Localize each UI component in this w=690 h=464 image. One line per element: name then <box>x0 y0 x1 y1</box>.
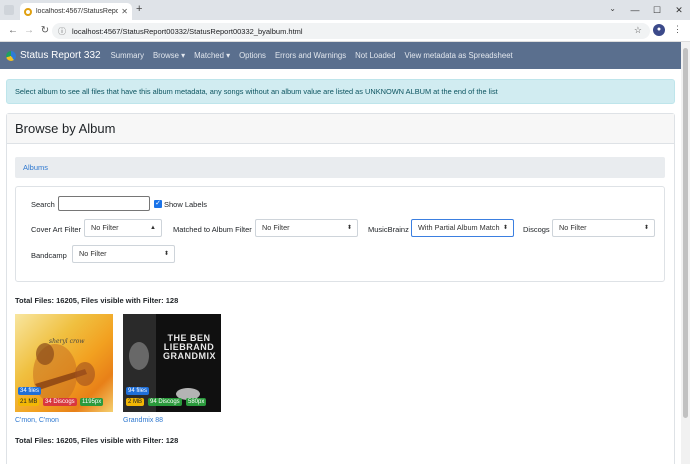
browse-card: Browse by Album Albums Search ✓ Show Lab… <box>6 113 675 464</box>
album-cover-image[interactable]: sheryl crow 34 files 21 MB 34 Discogs 11… <box>15 314 113 412</box>
bandcamp-value: No Filter <box>79 249 107 258</box>
nav-errors-warnings[interactable]: Errors and Warnings <box>275 51 346 60</box>
scrollbar-thumb[interactable] <box>683 48 688 418</box>
tab-albums[interactable]: Albums <box>15 157 665 178</box>
updown-arrow-icon: ▲ <box>150 225 156 231</box>
albums-tab-bar: Albums <box>15 157 665 178</box>
window-controls: — ☐ ✕ <box>624 0 690 20</box>
bookmark-star-icon[interactable]: ☆ <box>634 25 642 36</box>
nav-links: Summary Browse ▾ Matched ▾ Options Error… <box>111 51 513 60</box>
album-card[interactable]: THE BEN LIEBRAND GRANDMIX 94 files 2 MB … <box>123 314 221 424</box>
url-input[interactable]: ⓘ localhost:4567/StatusReport00332/Statu… <box>52 23 650 39</box>
cover-art-filter-value: No Filter <box>91 223 119 232</box>
resolution-badge: 1195px <box>80 398 104 406</box>
discogs-badge: 34 Discogs <box>43 398 77 406</box>
filter-panel: Search ✓ Show Labels Cover Art Filter No… <box>15 186 665 282</box>
browser-tab[interactable]: localhost:4567/StatusReport00 ✕ <box>20 3 132 20</box>
close-tab-icon[interactable]: ✕ <box>121 7 128 16</box>
nav-browse[interactable]: Browse ▾ <box>153 51 185 60</box>
nav-options[interactable]: Options <box>239 51 266 60</box>
main-content: Select album to see all files that have … <box>0 69 681 464</box>
new-tab-icon[interactable]: + <box>136 3 142 15</box>
search-input[interactable] <box>58 196 150 211</box>
page-scrollbar[interactable] <box>681 42 690 464</box>
address-bar-row: ← → ↻ ⓘ localhost:4567/StatusReport00332… <box>0 20 690 42</box>
profile-avatar-icon[interactable]: ● <box>653 24 665 36</box>
size-badge: 21 MB <box>18 398 40 406</box>
close-window-icon[interactable]: ✕ <box>668 0 690 20</box>
discogs-badge: 94 Discogs <box>148 398 182 406</box>
info-alert: Select album to see all files that have … <box>6 79 675 104</box>
browser-menu-icon[interactable]: ⋮ <box>673 24 682 36</box>
files-badge: 94 files <box>126 387 150 395</box>
matched-album-filter-value: No Filter <box>262 223 290 232</box>
files-badge: 34 files <box>18 387 42 395</box>
album-title-link[interactable]: C'mon, C'mon <box>15 417 113 424</box>
browser-tabstrip: localhost:4567/StatusReport00 ✕ + ⌄ — ☐ … <box>0 0 690 20</box>
album-title-link[interactable]: Grandmix 88 <box>123 417 221 424</box>
minimize-icon[interactable]: — <box>624 0 646 20</box>
resolution-badge: 580px <box>186 398 207 406</box>
brand-title: Status Report 332 <box>20 50 101 61</box>
matched-album-filter-label: Matched to Album Filter <box>173 225 252 234</box>
updown-arrow-icon: ⬍ <box>502 225 508 231</box>
reload-icon[interactable]: ↻ <box>38 25 52 36</box>
updown-arrow-icon: ⬍ <box>163 251 169 257</box>
album-cover-image[interactable]: THE BEN LIEBRAND GRANDMIX 94 files 2 MB … <box>123 314 221 412</box>
matched-album-filter-select[interactable]: No Filter ⬍ <box>255 219 358 237</box>
nav-matched[interactable]: Matched ▾ <box>194 51 230 60</box>
show-labels-label: Show Labels <box>164 200 207 209</box>
cover-text: sheryl crow <box>49 338 85 345</box>
forward-icon[interactable]: → <box>22 25 36 36</box>
app-navbar: Status Report 332 Summary Browse ▾ Match… <box>0 42 690 69</box>
nav-view-metadata[interactable]: View metadata as Spreadsheet <box>404 51 512 60</box>
brand-logo-icon <box>6 50 16 61</box>
album-card[interactable]: sheryl crow 34 files 21 MB 34 Discogs 11… <box>15 314 113 424</box>
bandcamp-label: Bandcamp <box>31 251 67 260</box>
musicbrainz-label: MusicBrainz <box>368 225 409 234</box>
nav-summary[interactable]: Summary <box>111 51 144 60</box>
url-text: localhost:4567/StatusReport00332/StatusR… <box>72 26 303 36</box>
size-badge: 2 MB <box>126 398 145 406</box>
totals-bottom: Total Files: 16205, Files visible with F… <box>15 436 179 445</box>
updown-arrow-icon: ⬍ <box>346 225 352 231</box>
updown-arrow-icon: ⬍ <box>643 225 649 231</box>
cover-art-filter-select[interactable]: No Filter ▲ <box>84 219 162 237</box>
cover-text: THE BEN LIEBRAND GRANDMIX <box>163 333 216 361</box>
page-title: Browse by Album <box>7 114 674 144</box>
discogs-value: No Filter <box>559 223 587 232</box>
discogs-select[interactable]: No Filter ⬍ <box>552 219 655 237</box>
musicbrainz-value: With Partial Album Match <box>418 223 500 232</box>
nav-not-loaded[interactable]: Not Loaded <box>355 51 395 60</box>
cover-art-filter-label: Cover Art Filter <box>31 225 82 234</box>
maximize-icon[interactable]: ☐ <box>646 0 668 20</box>
bandcamp-select[interactable]: No Filter ⬍ <box>72 245 175 263</box>
back-icon[interactable]: ← <box>6 25 20 36</box>
tab-list-icon[interactable]: ⌄ <box>609 4 616 13</box>
totals-top: Total Files: 16205, Files visible with F… <box>15 296 179 305</box>
brand[interactable]: Status Report 332 <box>6 50 101 61</box>
musicbrainz-select[interactable]: With Partial Album Match ⬍ <box>411 219 514 237</box>
discogs-label: Discogs <box>523 225 550 234</box>
site-info-icon[interactable]: ⓘ <box>58 26 66 37</box>
tab-search-icon[interactable] <box>4 5 14 15</box>
search-label: Search <box>31 200 55 209</box>
favicon-icon <box>24 7 32 16</box>
show-labels-checkbox[interactable]: ✓ <box>154 200 162 208</box>
browser-actions: ● ⋮ <box>653 24 682 36</box>
browser-tab-title: localhost:4567/StatusReport00 <box>36 8 119 15</box>
